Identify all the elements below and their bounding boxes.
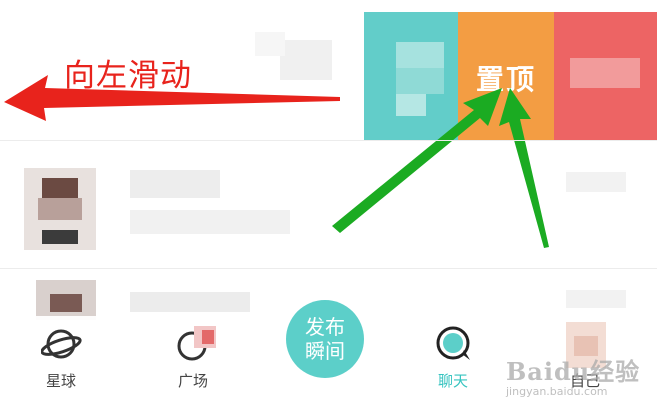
blurred-name: [130, 292, 250, 312]
nav-label: 聊天: [437, 372, 468, 390]
publish-label-line2: 瞬间: [305, 339, 345, 363]
blurred-time: [566, 290, 626, 308]
blurred-time: [566, 172, 626, 192]
nav-label: 广场: [177, 372, 208, 390]
avatar: [24, 168, 96, 250]
nav-label: 星球: [45, 372, 76, 390]
blurred-message: [130, 210, 290, 234]
avatar: [36, 280, 96, 320]
blurred-name: [130, 170, 220, 198]
chat-bubble-icon: [436, 326, 470, 360]
row-divider: [0, 268, 657, 269]
square-icon: [177, 326, 216, 361]
publish-moment-button[interactable]: 发布 瞬间: [286, 300, 364, 378]
watermark-main: Baidu经验: [506, 357, 641, 386]
row-divider: [0, 140, 657, 141]
nav-item-planet[interactable]: 星球: [16, 316, 106, 416]
planet-icon: [41, 329, 82, 359]
nav-item-square[interactable]: 广场: [148, 316, 238, 416]
baidu-watermark: Baidu经验 jingyan.baidu.com: [506, 352, 640, 398]
conversation-item[interactable]: [0, 150, 657, 260]
red-left-arrow: [4, 75, 340, 121]
publish-label-line1: 发布: [305, 315, 345, 339]
nav-item-chat[interactable]: 聊天: [408, 316, 498, 416]
